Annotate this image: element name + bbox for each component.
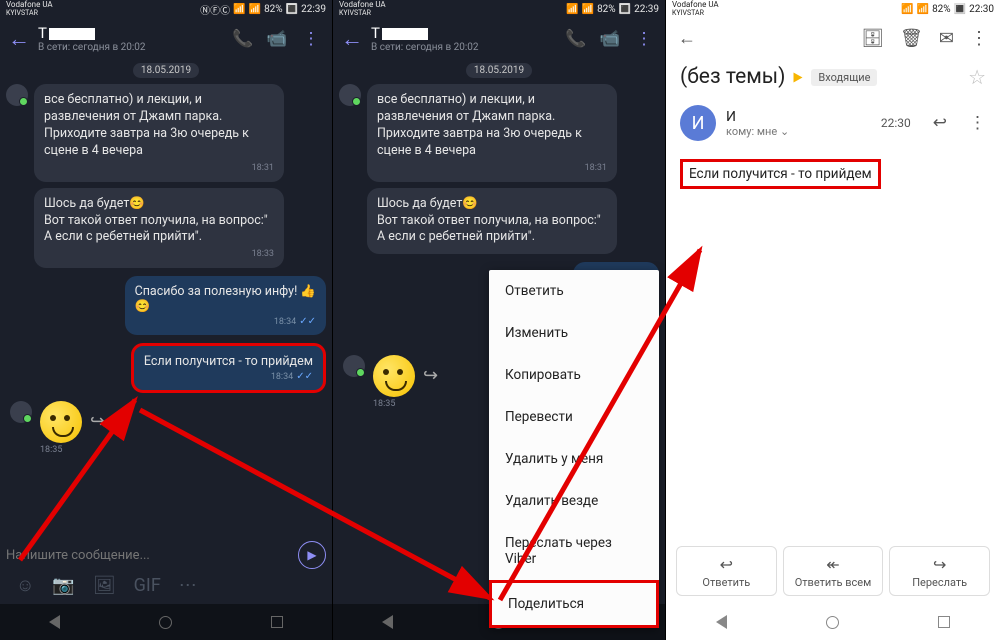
action-buttons: ↩Ответить ↞Ответить всем ↪Переслать xyxy=(666,546,1000,596)
nav-back-icon[interactable] xyxy=(382,615,393,629)
ctx-reply[interactable]: Ответить xyxy=(489,270,659,312)
chevron-down-icon[interactable]: ⌄ xyxy=(780,125,789,138)
more-icon[interactable]: ⋯ xyxy=(179,575,197,596)
ctx-delete-all[interactable]: Удалить везде xyxy=(489,480,659,522)
composer: ▶ ☺ 📷 🖼 GIF ⋯ xyxy=(0,537,332,602)
send-button[interactable]: ▶ xyxy=(298,541,326,569)
reply-button[interactable]: ↩Ответить xyxy=(676,546,777,596)
mail-icon[interactable]: ✉ xyxy=(939,28,954,49)
important-marker-icon[interactable] xyxy=(794,72,803,82)
video-icon[interactable]: 📹 xyxy=(264,29,290,49)
call-icon[interactable]: 📞 xyxy=(230,29,256,49)
nav-recent-icon[interactable] xyxy=(938,616,950,628)
camera-icon[interactable]: 📷 xyxy=(52,575,74,596)
battery-icon: 🔳 xyxy=(286,4,298,15)
subject-row: (без темы) Входящие ☆ xyxy=(666,59,1000,95)
chat-header: ← Т В сети: сегодня в 20:02 📞 📹 ⋮ xyxy=(0,18,332,59)
emoji-icon[interactable]: ☺ xyxy=(16,575,34,596)
ctx-forward-viber[interactable]: Переслать через Viber xyxy=(489,522,659,580)
archive-icon[interactable]: 🗄 xyxy=(861,28,884,49)
gif-icon[interactable]: GIF xyxy=(134,575,161,596)
gmail-panel: Vodafone UAKYIVSTAR 📶📶82%🔳22:30 ← 🗄 🗑 ✉ … xyxy=(666,0,1000,640)
outgoing-message-bubble[interactable]: Спасибо за полезную инфу! 👍😊 18:34✓✓ xyxy=(125,276,326,335)
video-icon[interactable]: 📹 xyxy=(597,29,623,49)
forward-icon[interactable]: ↪ xyxy=(90,411,105,432)
message-bubble[interactable]: Шось да будет😊 Вот такой ответ получила,… xyxy=(34,188,284,269)
back-icon[interactable]: ← xyxy=(341,26,363,52)
viber-panel-1: Vodafone UAKYIVSTAR ⓃⒻⒸ 📶 📶 82% 🔳 22:39 … xyxy=(0,0,333,640)
message-bubble[interactable]: все бесплатно) и лекции, и развлечения о… xyxy=(34,84,284,182)
avatar[interactable] xyxy=(10,401,32,423)
incoming-message-row: все бесплатно) и лекции, и развлечения о… xyxy=(6,84,326,182)
nav-back-icon[interactable] xyxy=(716,615,727,629)
reply-all-button[interactable]: ↞Ответить всем xyxy=(783,546,884,596)
nav-home-icon[interactable] xyxy=(159,616,172,629)
wifi-icon: 📶 xyxy=(233,4,245,15)
android-nav xyxy=(0,604,332,640)
inbox-tag[interactable]: Входящие xyxy=(811,69,877,86)
message-time: 22:30 xyxy=(881,116,911,130)
sender-avatar[interactable]: И xyxy=(680,105,716,141)
nav-back-icon[interactable] xyxy=(49,615,60,629)
back-icon[interactable]: ← xyxy=(678,28,696,49)
ctx-translate[interactable]: Перевести xyxy=(489,396,659,438)
delete-icon[interactable]: 🗑 xyxy=(900,28,923,49)
back-icon[interactable]: ← xyxy=(8,26,30,52)
sender-row: И И кому: мне ⌄ 22:30 ↩ ⋮ xyxy=(666,95,1000,151)
ctx-edit[interactable]: Изменить xyxy=(489,312,659,354)
nav-home-icon[interactable] xyxy=(826,616,839,629)
status-bar: Vodafone UAKYIVSTAR 📶📶82%🔳22:30 xyxy=(666,0,1000,18)
viber-panel-2: Vodafone UAKYIVSTAR 📶📶82%🔳22:39 ← Т В се… xyxy=(333,0,666,640)
ctx-share[interactable]: Поделиться xyxy=(489,580,659,628)
more-icon[interactable]: ⋮ xyxy=(970,28,988,49)
context-menu: Ответить Изменить Копировать Перевести У… xyxy=(489,270,659,628)
more-icon[interactable]: ⋮ xyxy=(298,29,324,49)
status-bar: Vodafone UAKYIVSTAR ⓃⒻⒸ 📶 📶 82% 🔳 22:39 xyxy=(0,0,332,18)
sticker-smiley[interactable] xyxy=(40,401,82,443)
forward-button[interactable]: ↪Переслать xyxy=(889,546,990,596)
star-icon[interactable]: ☆ xyxy=(968,65,986,89)
highlighted-body: Если получится - то прийдем xyxy=(680,159,881,189)
date-separator: 18.05.2019 xyxy=(133,63,199,78)
ctx-delete-me[interactable]: Удалить у меня xyxy=(489,438,659,480)
reply-icon[interactable]: ↩ xyxy=(933,113,947,133)
avatar[interactable] xyxy=(6,84,28,106)
nav-recent-icon[interactable] xyxy=(271,616,283,628)
subject: (без темы) xyxy=(680,65,785,89)
signal-icon: 📶 xyxy=(249,4,261,15)
more-icon[interactable]: ⋮ xyxy=(631,29,657,49)
highlighted-message[interactable]: Если получится - то прийдем 18:34✓✓ xyxy=(131,343,326,393)
ctx-copy[interactable]: Копировать xyxy=(489,354,659,396)
gmail-toolbar: ← 🗄 🗑 ✉ ⋮ xyxy=(666,18,1000,59)
message-input[interactable] xyxy=(6,548,292,563)
nfc-icon: ⓃⒻⒸ xyxy=(200,2,230,17)
call-icon[interactable]: 📞 xyxy=(563,29,589,49)
status-bar: Vodafone UAKYIVSTAR 📶📶82%🔳22:39 xyxy=(333,0,665,18)
gallery-icon[interactable]: 🖼 xyxy=(93,575,116,596)
more-icon[interactable]: ⋮ xyxy=(969,113,986,133)
